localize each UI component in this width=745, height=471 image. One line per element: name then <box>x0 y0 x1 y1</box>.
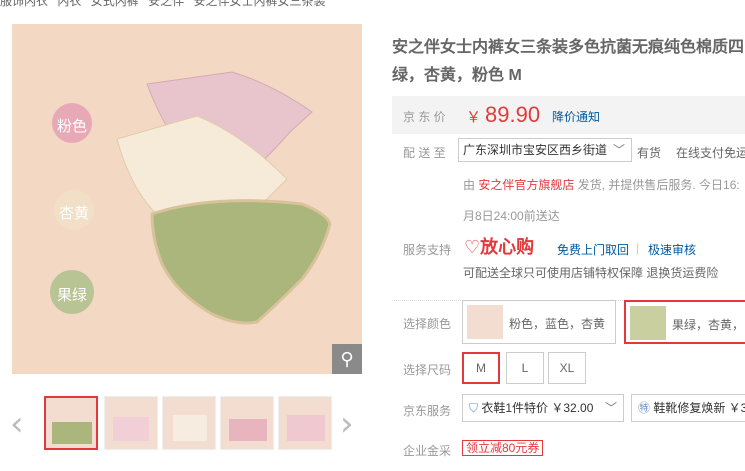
safe-buy-text: 放心购 <box>480 237 535 257</box>
seller-prefix: 由 <box>463 178 476 192</box>
price-label: 京 东 价 <box>403 110 446 124</box>
price-box: 京 东 价 ￥ 89.90 降价通知 <box>392 96 745 134</box>
special-icon: ㊕ <box>638 401 654 415</box>
breadcrumb-item[interactable]: 安之伴女士内裤女三条装 <box>193 0 325 8</box>
shield-icon: ⛉ <box>469 401 482 415</box>
service-return[interactable]: 免费上门取回 <box>557 241 629 258</box>
enterprise-label: 企业金采 <box>403 444 452 458</box>
breadcrumb: 服饰内衣 内衣 女式内裤 安之伴 安之伴女士内裤女三条装 <box>0 0 331 8</box>
breadcrumb-item[interactable]: 服饰内衣 <box>0 0 48 8</box>
label-pink: 粉色 <box>57 118 88 135</box>
heart-icon: ♡ <box>464 237 481 257</box>
product-title: 安之伴女士内裤女三条装多色抗菌无痕纯色棉质四 绿，杏黄，粉色 M <box>392 34 745 90</box>
price-notify-link[interactable]: 降价通知 <box>552 108 600 125</box>
size-label: 选择尺码 <box>403 363 452 377</box>
service-2-text: 鞋靴修复焕新 ￥3 <box>653 401 745 415</box>
price: ￥ 89.90 <box>466 102 540 128</box>
size-option-m[interactable]: M <box>462 352 500 384</box>
coupon-button[interactable]: 领立减80元券 <box>462 440 544 456</box>
breadcrumb-item[interactable]: 内衣 <box>57 0 81 8</box>
title-line-2: 绿，杏黄，粉色 M <box>392 67 522 84</box>
service-select-2[interactable]: ㊕ 鞋靴修复焕新 ￥3 <box>631 394 745 422</box>
seller-info: 由 安之伴官方旗舰店 发货, 并提供售后服务. 今日16: <box>463 176 740 193</box>
price-value: 89.90 <box>485 102 541 127</box>
seller-link[interactable]: 安之伴官方旗舰店 <box>478 178 574 192</box>
zoom-icon[interactable]: ⚲ <box>332 344 362 374</box>
color-label: 选择颜色 <box>403 317 452 331</box>
service-select-1[interactable]: ⛉ 衣鞋1件特价 ￥32.00 ﹀ <box>462 394 624 422</box>
color-option-1[interactable]: 粉色，蓝色，杏黄 <box>462 300 616 344</box>
address-select[interactable]: 广东深圳市宝安区西乡街道 ﹀ <box>458 138 632 162</box>
color-option-2[interactable]: 果绿，杏黄， <box>624 300 745 344</box>
thumbnail-2[interactable] <box>104 396 158 450</box>
prev-arrow-icon[interactable]: ‹ <box>10 404 24 444</box>
seller-suffix: 发货, 并提供售后服务. 今日16: <box>577 178 740 192</box>
color-swatch <box>467 305 503 339</box>
chevron-down-icon: ﹀ <box>612 143 625 157</box>
label-green: 果绿 <box>57 287 88 304</box>
main-product-image[interactable]: 粉色 杏黄 果绿 ⚲ <box>12 24 362 374</box>
currency: ￥ <box>466 109 482 126</box>
thumbnail-strip: ‹ › <box>0 390 372 460</box>
breadcrumb-item[interactable]: 女式内裤 <box>91 0 139 8</box>
ship-label: 配 送 至 <box>403 146 446 160</box>
thumbnail-3[interactable] <box>162 396 216 450</box>
service-note: 可配送全球只可使用店铺特权保障 退换货运费险 <box>463 266 719 280</box>
title-line-1: 安之伴女士内裤女三条装多色抗菌无痕纯色棉质四 <box>392 39 745 56</box>
thumbnail-4[interactable] <box>220 396 274 450</box>
next-arrow-icon[interactable]: › <box>340 404 354 444</box>
address-text: 广东深圳市宝安区西乡街道 <box>463 143 608 157</box>
size-option-l[interactable]: L <box>506 352 544 384</box>
size-option-xl[interactable]: XL <box>548 352 586 384</box>
thumbnail-1[interactable] <box>44 396 98 450</box>
color-option-text: 粉色，蓝色，杏黄 <box>509 317 606 331</box>
color-swatch <box>630 306 666 340</box>
safe-buy-logo[interactable]: ♡放心购 <box>464 233 534 259</box>
service-1-text: 衣鞋1件特价 ￥32.00 <box>481 401 594 415</box>
delivery-info: 月8日24:00前送达 <box>463 209 560 223</box>
breadcrumb-item[interactable]: 安之伴 <box>148 0 184 8</box>
label-apricot: 杏黄 <box>59 205 90 222</box>
service-label: 京东服务 <box>403 404 452 418</box>
underwear-illustration <box>50 71 332 325</box>
support-label: 服务支持 <box>403 243 452 257</box>
stock-status: 有货 <box>637 146 662 160</box>
thumbnail-5[interactable] <box>278 396 332 450</box>
payment-info: 在线支付免运 <box>676 146 745 160</box>
service-separator: | <box>636 241 640 255</box>
chevron-down-icon: ﹀ <box>604 401 617 415</box>
color-option-text: 果绿，杏黄， <box>672 318 745 332</box>
service-review[interactable]: 极速审核 <box>648 241 696 258</box>
